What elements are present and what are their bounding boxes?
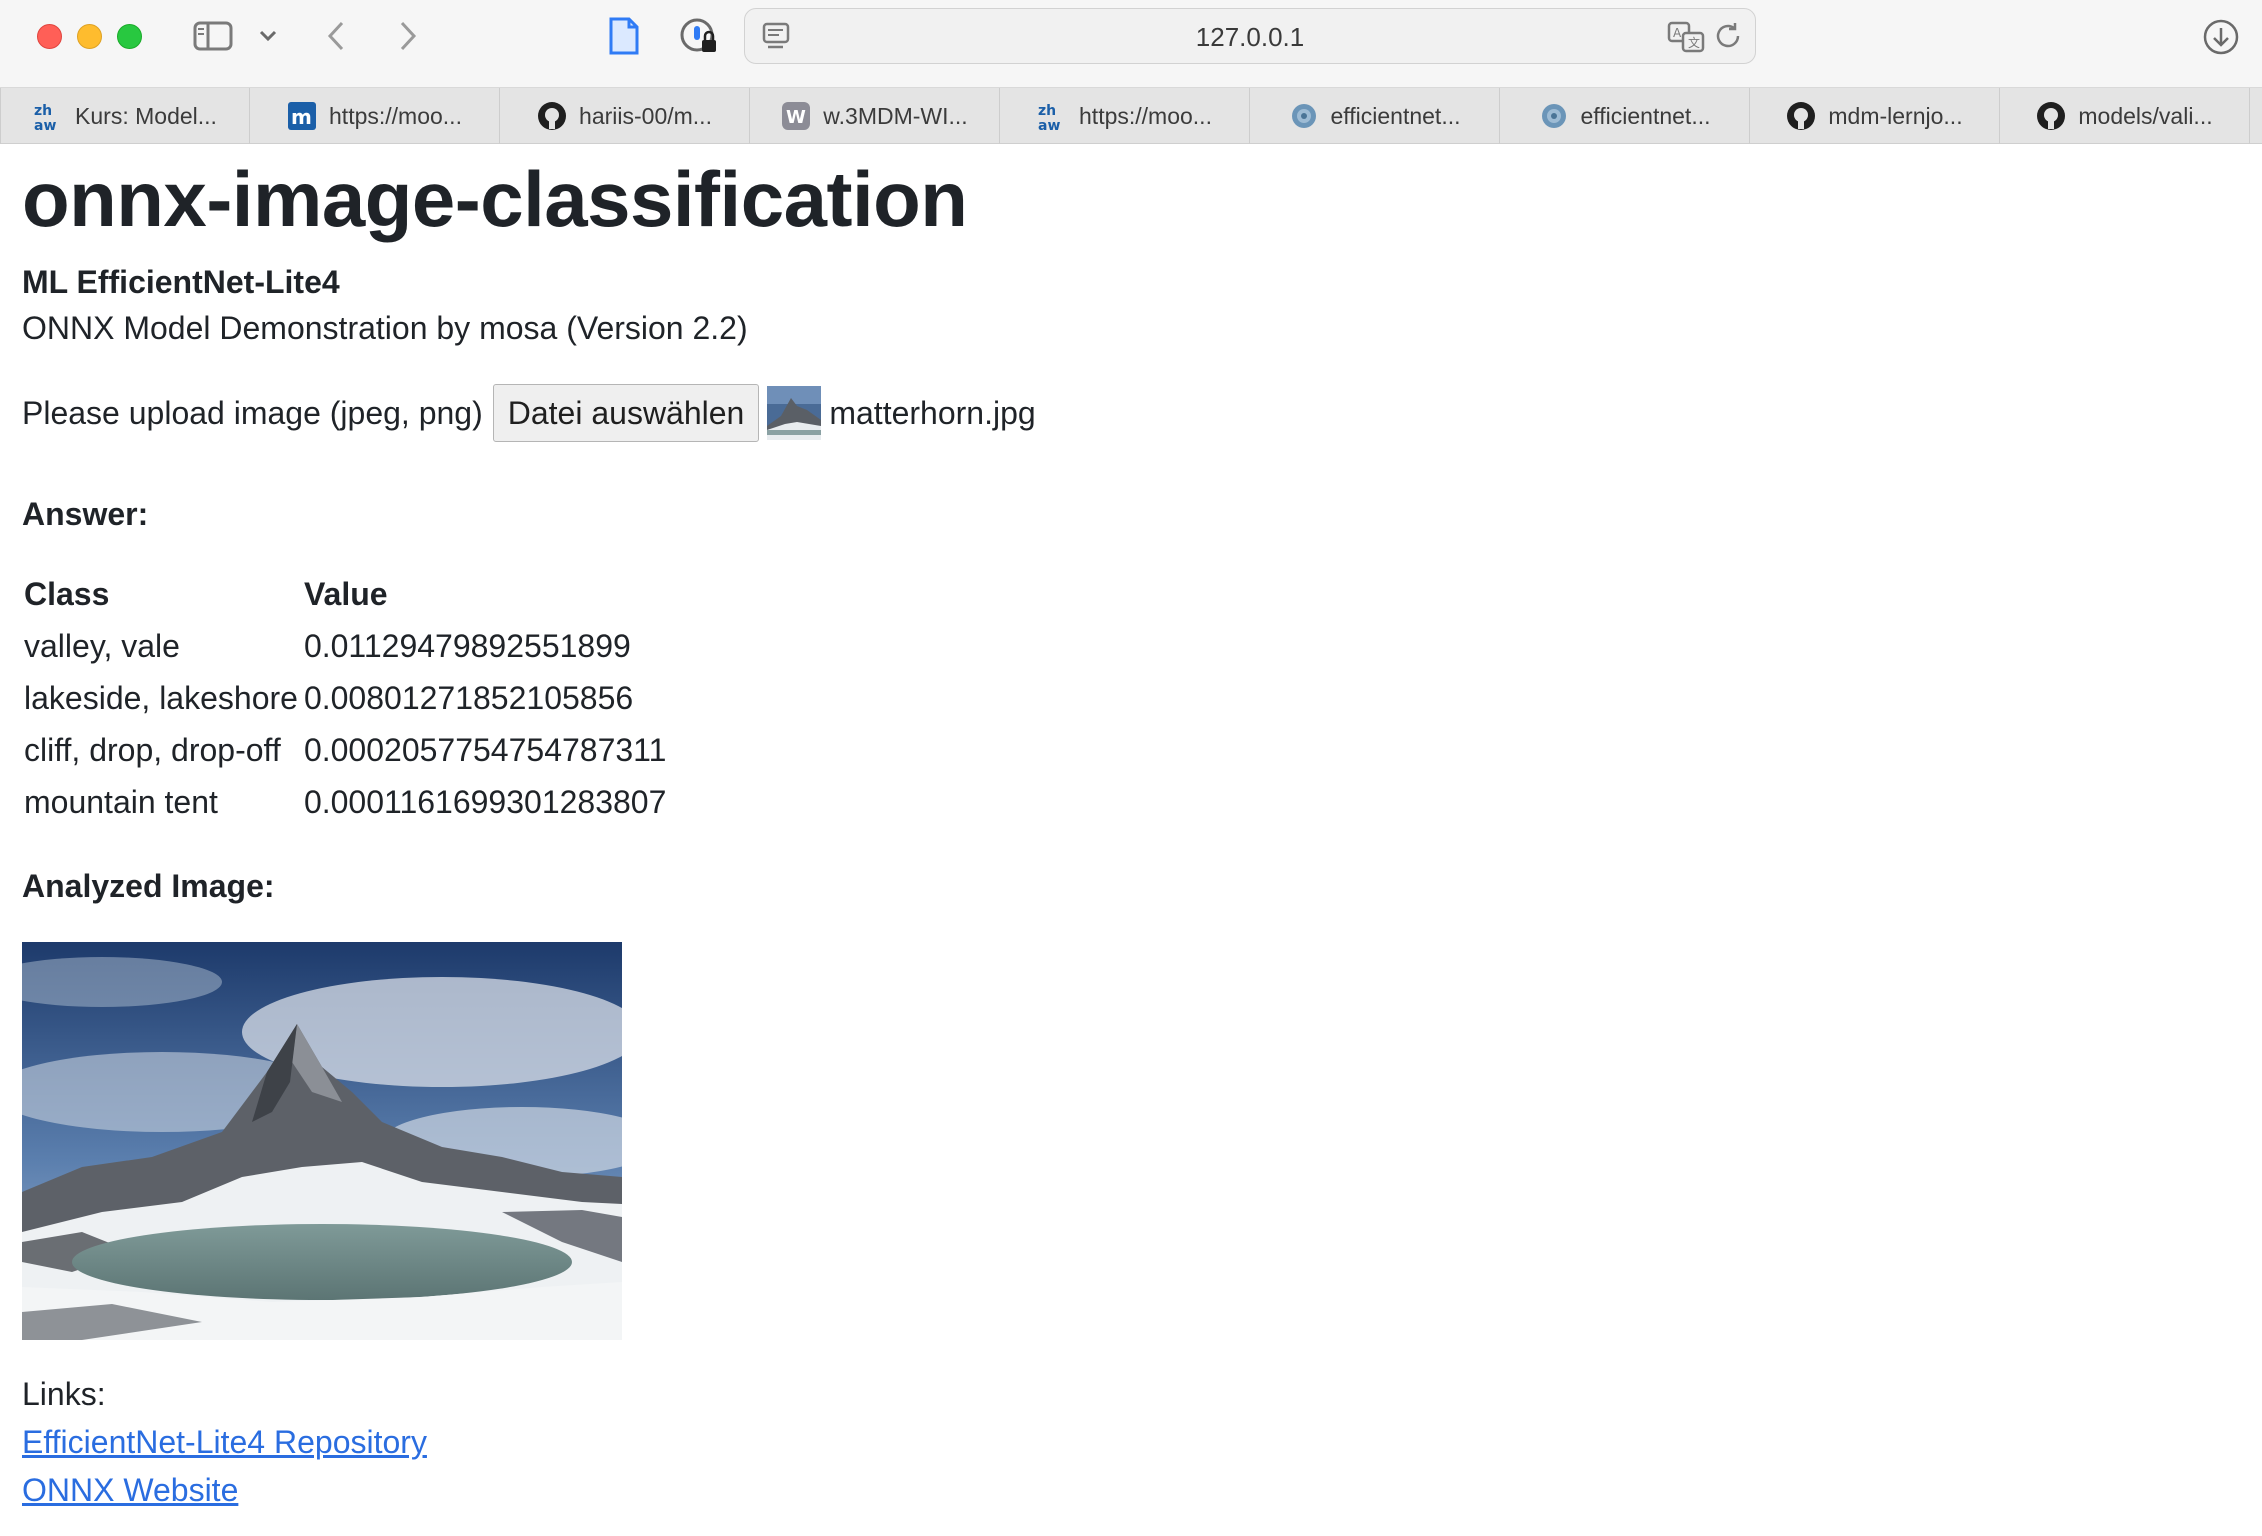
table-header-row: Class Value xyxy=(22,568,670,620)
svg-text:W: W xyxy=(786,107,806,128)
model-subtitle: ONNX Model Demonstration by mosa (Versio… xyxy=(22,310,748,346)
upload-label: Please upload image (jpeg, png) xyxy=(22,394,483,431)
tab[interactable]: mdm-lernjo... xyxy=(1750,88,2000,144)
tab-label: https://moo... xyxy=(329,102,462,129)
tab-label: mdm-lernjo... xyxy=(1828,102,1963,129)
zhaw-icon: zh aw xyxy=(33,101,63,131)
moodle-icon: m xyxy=(287,101,317,131)
github-icon xyxy=(537,101,567,131)
file-name: matterhorn.jpg xyxy=(829,394,1036,431)
tab[interactable]: models/vali... xyxy=(2000,88,2250,144)
svg-text:m: m xyxy=(291,105,312,129)
tab[interactable]: efficientnet... xyxy=(1250,88,1500,144)
tab-label: efficientnet... xyxy=(1580,102,1711,129)
svg-text:aw: aw xyxy=(1038,118,1060,131)
file-thumbnail xyxy=(767,386,822,440)
tab-label: https://moo... xyxy=(1079,102,1212,129)
url-text[interactable]: 127.0.0.1 xyxy=(745,9,1755,65)
table-row: valley, vale 0.01129479892551899 xyxy=(22,620,670,672)
browser-toolbar: 127.0.0.1 A文 xyxy=(0,0,2262,88)
tab[interactable]: m https://moo... xyxy=(250,88,500,144)
chevron-down-icon[interactable] xyxy=(254,22,282,50)
tab-label: efficientnet... xyxy=(1330,102,1461,129)
analyzed-heading: Analyzed Image: xyxy=(22,868,275,904)
document-icon[interactable] xyxy=(604,14,644,58)
github-icon xyxy=(1786,101,1816,131)
links-label: Links: xyxy=(22,1376,106,1412)
class-cell: valley, vale xyxy=(24,627,180,664)
choose-file-button[interactable]: Datei auswählen xyxy=(492,384,760,442)
address-bar[interactable]: 127.0.0.1 A文 xyxy=(744,8,1756,64)
tab-label: hariis-00/m... xyxy=(579,102,712,129)
github-icon xyxy=(2036,101,2066,131)
onnx-website-link[interactable]: ONNX Website xyxy=(22,1472,238,1509)
tab-label: models/vali... xyxy=(2078,102,2213,129)
analyzed-image xyxy=(0,942,662,1340)
column-header-class: Class xyxy=(24,575,110,612)
svg-text:aw: aw xyxy=(34,118,56,131)
class-cell: lakeside, lakeshore xyxy=(24,679,298,716)
tab[interactable]: W w.3MDM-WI... xyxy=(750,88,1000,144)
svg-text:zh: zh xyxy=(34,103,52,119)
value-cell: 0.01129479892551899 xyxy=(303,627,631,664)
sidebar-icon[interactable] xyxy=(190,18,236,54)
tab-label: Kurs: Model... xyxy=(75,102,217,129)
reload-icon[interactable] xyxy=(1713,21,1743,51)
tab-bar: zh aw Kurs: Model... m https://moo... har… xyxy=(0,88,2262,144)
chevron-left-icon[interactable] xyxy=(318,16,354,56)
tab[interactable]: zh aw https://moo... xyxy=(1000,88,1250,144)
zoom-window-button[interactable] xyxy=(117,24,142,49)
close-window-button[interactable] xyxy=(37,24,62,49)
minimize-window-button[interactable] xyxy=(77,24,102,49)
svg-text:zh: zh xyxy=(1038,103,1056,119)
svg-text:文: 文 xyxy=(1688,35,1700,50)
class-cell: mountain tent xyxy=(24,783,218,820)
globe-icon xyxy=(1289,101,1319,131)
value-cell: 0.0002057754754787311 xyxy=(303,731,667,768)
column-header-value: Value xyxy=(303,575,388,612)
value-cell: 0.0001161699301283807 xyxy=(303,783,667,820)
tab[interactable]: efficientnet... xyxy=(1500,88,1750,144)
table-row: cliff, drop, drop-off 0.0002057754754787… xyxy=(22,724,670,776)
value-cell: 0.00801271852105856 xyxy=(303,679,634,716)
efficientnet-repository-link[interactable]: EfficientNet-Lite4 Repository xyxy=(22,1424,427,1461)
svg-text:A: A xyxy=(1673,26,1682,40)
globe-icon xyxy=(1539,101,1569,131)
results-table: Class Value valley, vale 0.0112947989255… xyxy=(22,568,670,828)
translate-icon[interactable]: A文 xyxy=(1667,21,1705,53)
tab-label: w.3MDM-WI... xyxy=(823,102,968,129)
download-icon[interactable] xyxy=(2200,16,2242,58)
upload-row: Please upload image (jpeg, png) Datei au… xyxy=(22,384,1036,442)
answer-heading: Answer: xyxy=(22,496,149,532)
chevron-right-icon[interactable] xyxy=(390,16,426,56)
tab[interactable]: hariis-00/m... xyxy=(500,88,750,144)
page-title: onnx-image-classification xyxy=(22,155,968,243)
password-lock-icon[interactable] xyxy=(676,14,722,60)
zhaw-icon: zh aw xyxy=(1037,101,1067,131)
model-name: ML EfficientNet-Lite4 xyxy=(22,264,340,300)
table-row: lakeside, lakeshore 0.00801271852105856 xyxy=(22,672,670,724)
w-icon: W xyxy=(781,101,811,131)
tab[interactable]: zh aw Kurs: Model... xyxy=(0,88,250,144)
class-cell: cliff, drop, drop-off xyxy=(24,731,281,768)
table-row: mountain tent 0.0001161699301283807 xyxy=(22,776,670,828)
